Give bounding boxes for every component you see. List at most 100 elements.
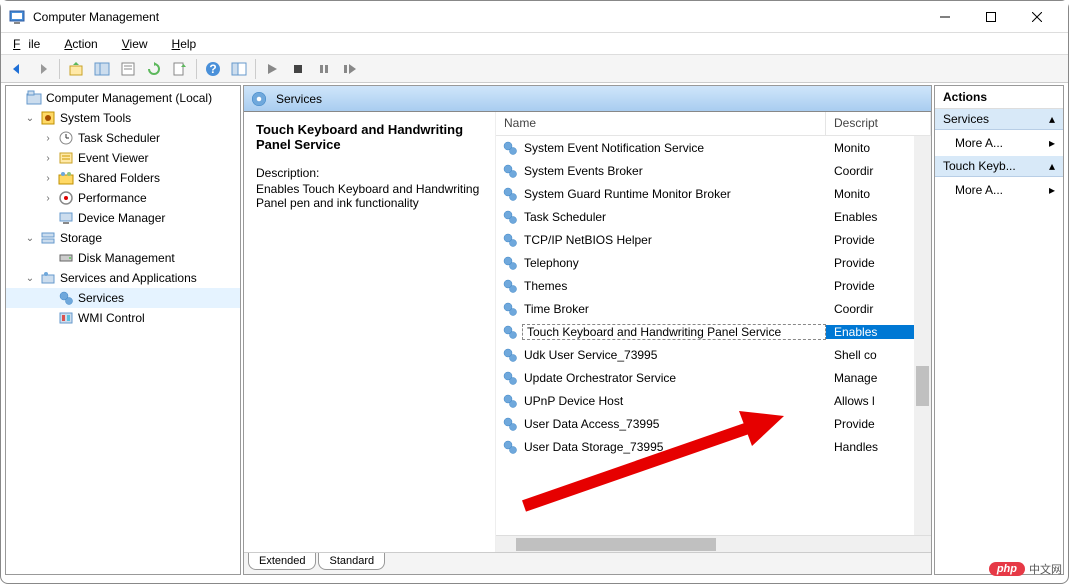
gear-icon (250, 90, 268, 108)
properties-button[interactable] (116, 58, 140, 80)
service-gear-icon (502, 278, 518, 294)
service-row[interactable]: ThemesProvide (496, 274, 931, 297)
service-gear-icon (502, 163, 518, 179)
description-text: Enables Touch Keyboard and Handwriting P… (256, 182, 483, 210)
export-button[interactable] (168, 58, 192, 80)
window-title: Computer Management (33, 10, 922, 24)
services-panel: Services Touch Keyboard and Handwriting … (243, 85, 932, 575)
service-gear-icon (502, 232, 518, 248)
actions-panel: Actions Services▴ More A...▸ Touch Keyb.… (934, 85, 1064, 575)
service-gear-icon (502, 255, 518, 271)
service-row[interactable]: Update Orchestrator ServiceManage (496, 366, 931, 389)
service-row[interactable]: System Guard Runtime Monitor BrokerMonit… (496, 182, 931, 205)
service-row[interactable]: TelephonyProvide (496, 251, 931, 274)
restart-button[interactable] (338, 58, 362, 80)
refresh-button[interactable] (142, 58, 166, 80)
service-row[interactable]: Touch Keyboard and Handwriting Panel Ser… (496, 320, 931, 343)
actions-section-services[interactable]: Services▴ (935, 109, 1063, 130)
tree-device-manager[interactable]: Device Manager (6, 208, 240, 228)
minimize-button[interactable] (922, 1, 968, 33)
services-header-label: Services (276, 92, 322, 106)
pause-button[interactable] (312, 58, 336, 80)
service-name: Telephony (522, 256, 826, 270)
app-icon (9, 9, 25, 25)
menu-view[interactable]: View (118, 35, 152, 53)
tree-disk-management[interactable]: Disk Management (6, 248, 240, 268)
play-button[interactable] (260, 58, 284, 80)
service-row[interactable]: TCP/IP NetBIOS HelperProvide (496, 228, 931, 251)
service-gear-icon (502, 186, 518, 202)
service-name: Themes (522, 279, 826, 293)
service-name: Touch Keyboard and Handwriting Panel Ser… (522, 324, 826, 340)
tree-services-apps[interactable]: ⌄Services and Applications (6, 268, 240, 288)
watermark-text: 中文网 (1029, 561, 1062, 577)
chevron-right-icon: ▸ (1049, 183, 1055, 197)
maximize-button[interactable] (968, 1, 1014, 33)
tree-storage[interactable]: ⌄Storage (6, 228, 240, 248)
forward-button[interactable] (31, 58, 55, 80)
show-hide-button[interactable] (90, 58, 114, 80)
view-button[interactable] (227, 58, 251, 80)
service-name: User Data Storage_73995 (522, 440, 826, 454)
services-header: Services (244, 86, 931, 112)
view-tabs: Extended Standard (244, 552, 931, 574)
service-gear-icon (502, 439, 518, 455)
help-button[interactable]: ? (201, 58, 225, 80)
service-row[interactable]: Task SchedulerEnables (496, 205, 931, 228)
service-name: User Data Access_73995 (522, 417, 826, 431)
description-label: Description: (256, 166, 483, 180)
list-header: Name Descript (496, 112, 931, 136)
menu-action[interactable]: Action (60, 35, 101, 53)
service-gear-icon (502, 301, 518, 317)
service-row[interactable]: Udk User Service_73995Shell co (496, 343, 931, 366)
watermark-pill: php (989, 562, 1025, 576)
column-name[interactable]: Name (496, 112, 826, 135)
actions-section-touch[interactable]: Touch Keyb...▴ (935, 156, 1063, 177)
tree-root[interactable]: Computer Management (Local) (6, 88, 240, 108)
service-gear-icon (502, 209, 518, 225)
tree-event-viewer[interactable]: ›Event Viewer (6, 148, 240, 168)
chevron-right-icon: ▸ (1049, 136, 1055, 150)
menu-file[interactable]: File (9, 35, 44, 53)
tab-extended[interactable]: Extended (248, 553, 316, 570)
service-detail-title: Touch Keyboard and Handwriting Panel Ser… (256, 122, 483, 152)
tree-wmi-control[interactable]: WMI Control (6, 308, 240, 328)
service-name: System Events Broker (522, 164, 826, 178)
service-name: Udk User Service_73995 (522, 348, 826, 362)
tree-performance[interactable]: ›Performance (6, 188, 240, 208)
service-row[interactable]: System Events BrokerCoordir (496, 159, 931, 182)
vertical-scrollbar[interactable] (914, 136, 931, 535)
service-detail-pane: Touch Keyboard and Handwriting Panel Ser… (244, 112, 496, 552)
service-row[interactable]: Time BrokerCoordir (496, 297, 931, 320)
menu-help[interactable]: Help (168, 35, 201, 53)
collapse-icon: ▴ (1049, 159, 1055, 173)
horizontal-scrollbar[interactable] (496, 535, 931, 552)
service-row[interactable]: User Data Access_73995Provide (496, 412, 931, 435)
service-name: Time Broker (522, 302, 826, 316)
titlebar: Computer Management (1, 1, 1068, 33)
tree-system-tools[interactable]: ⌄System Tools (6, 108, 240, 128)
svg-text:?: ? (209, 62, 216, 76)
column-description[interactable]: Descript (826, 112, 931, 135)
service-row[interactable]: UPnP Device HostAllows l (496, 389, 931, 412)
tab-standard[interactable]: Standard (318, 553, 385, 570)
actions-more-1[interactable]: More A...▸ (935, 130, 1063, 156)
tree-shared-folders[interactable]: ›Shared Folders (6, 168, 240, 188)
tree-task-scheduler[interactable]: ›Task Scheduler (6, 128, 240, 148)
service-name: TCP/IP NetBIOS Helper (522, 233, 826, 247)
service-row[interactable]: System Event Notification ServiceMonito (496, 136, 931, 159)
collapse-icon: ▴ (1049, 112, 1055, 126)
actions-header: Actions (935, 86, 1063, 109)
service-row[interactable]: User Data Storage_73995Handles (496, 435, 931, 458)
tree-services[interactable]: Services (6, 288, 240, 308)
service-name: System Event Notification Service (522, 141, 826, 155)
actions-more-2[interactable]: More A...▸ (935, 177, 1063, 203)
service-name: Update Orchestrator Service (522, 371, 826, 385)
back-button[interactable] (5, 58, 29, 80)
close-button[interactable] (1014, 1, 1060, 33)
service-gear-icon (502, 140, 518, 156)
service-gear-icon (502, 324, 518, 340)
stop-button[interactable] (286, 58, 310, 80)
service-name: System Guard Runtime Monitor Broker (522, 187, 826, 201)
up-button[interactable] (64, 58, 88, 80)
